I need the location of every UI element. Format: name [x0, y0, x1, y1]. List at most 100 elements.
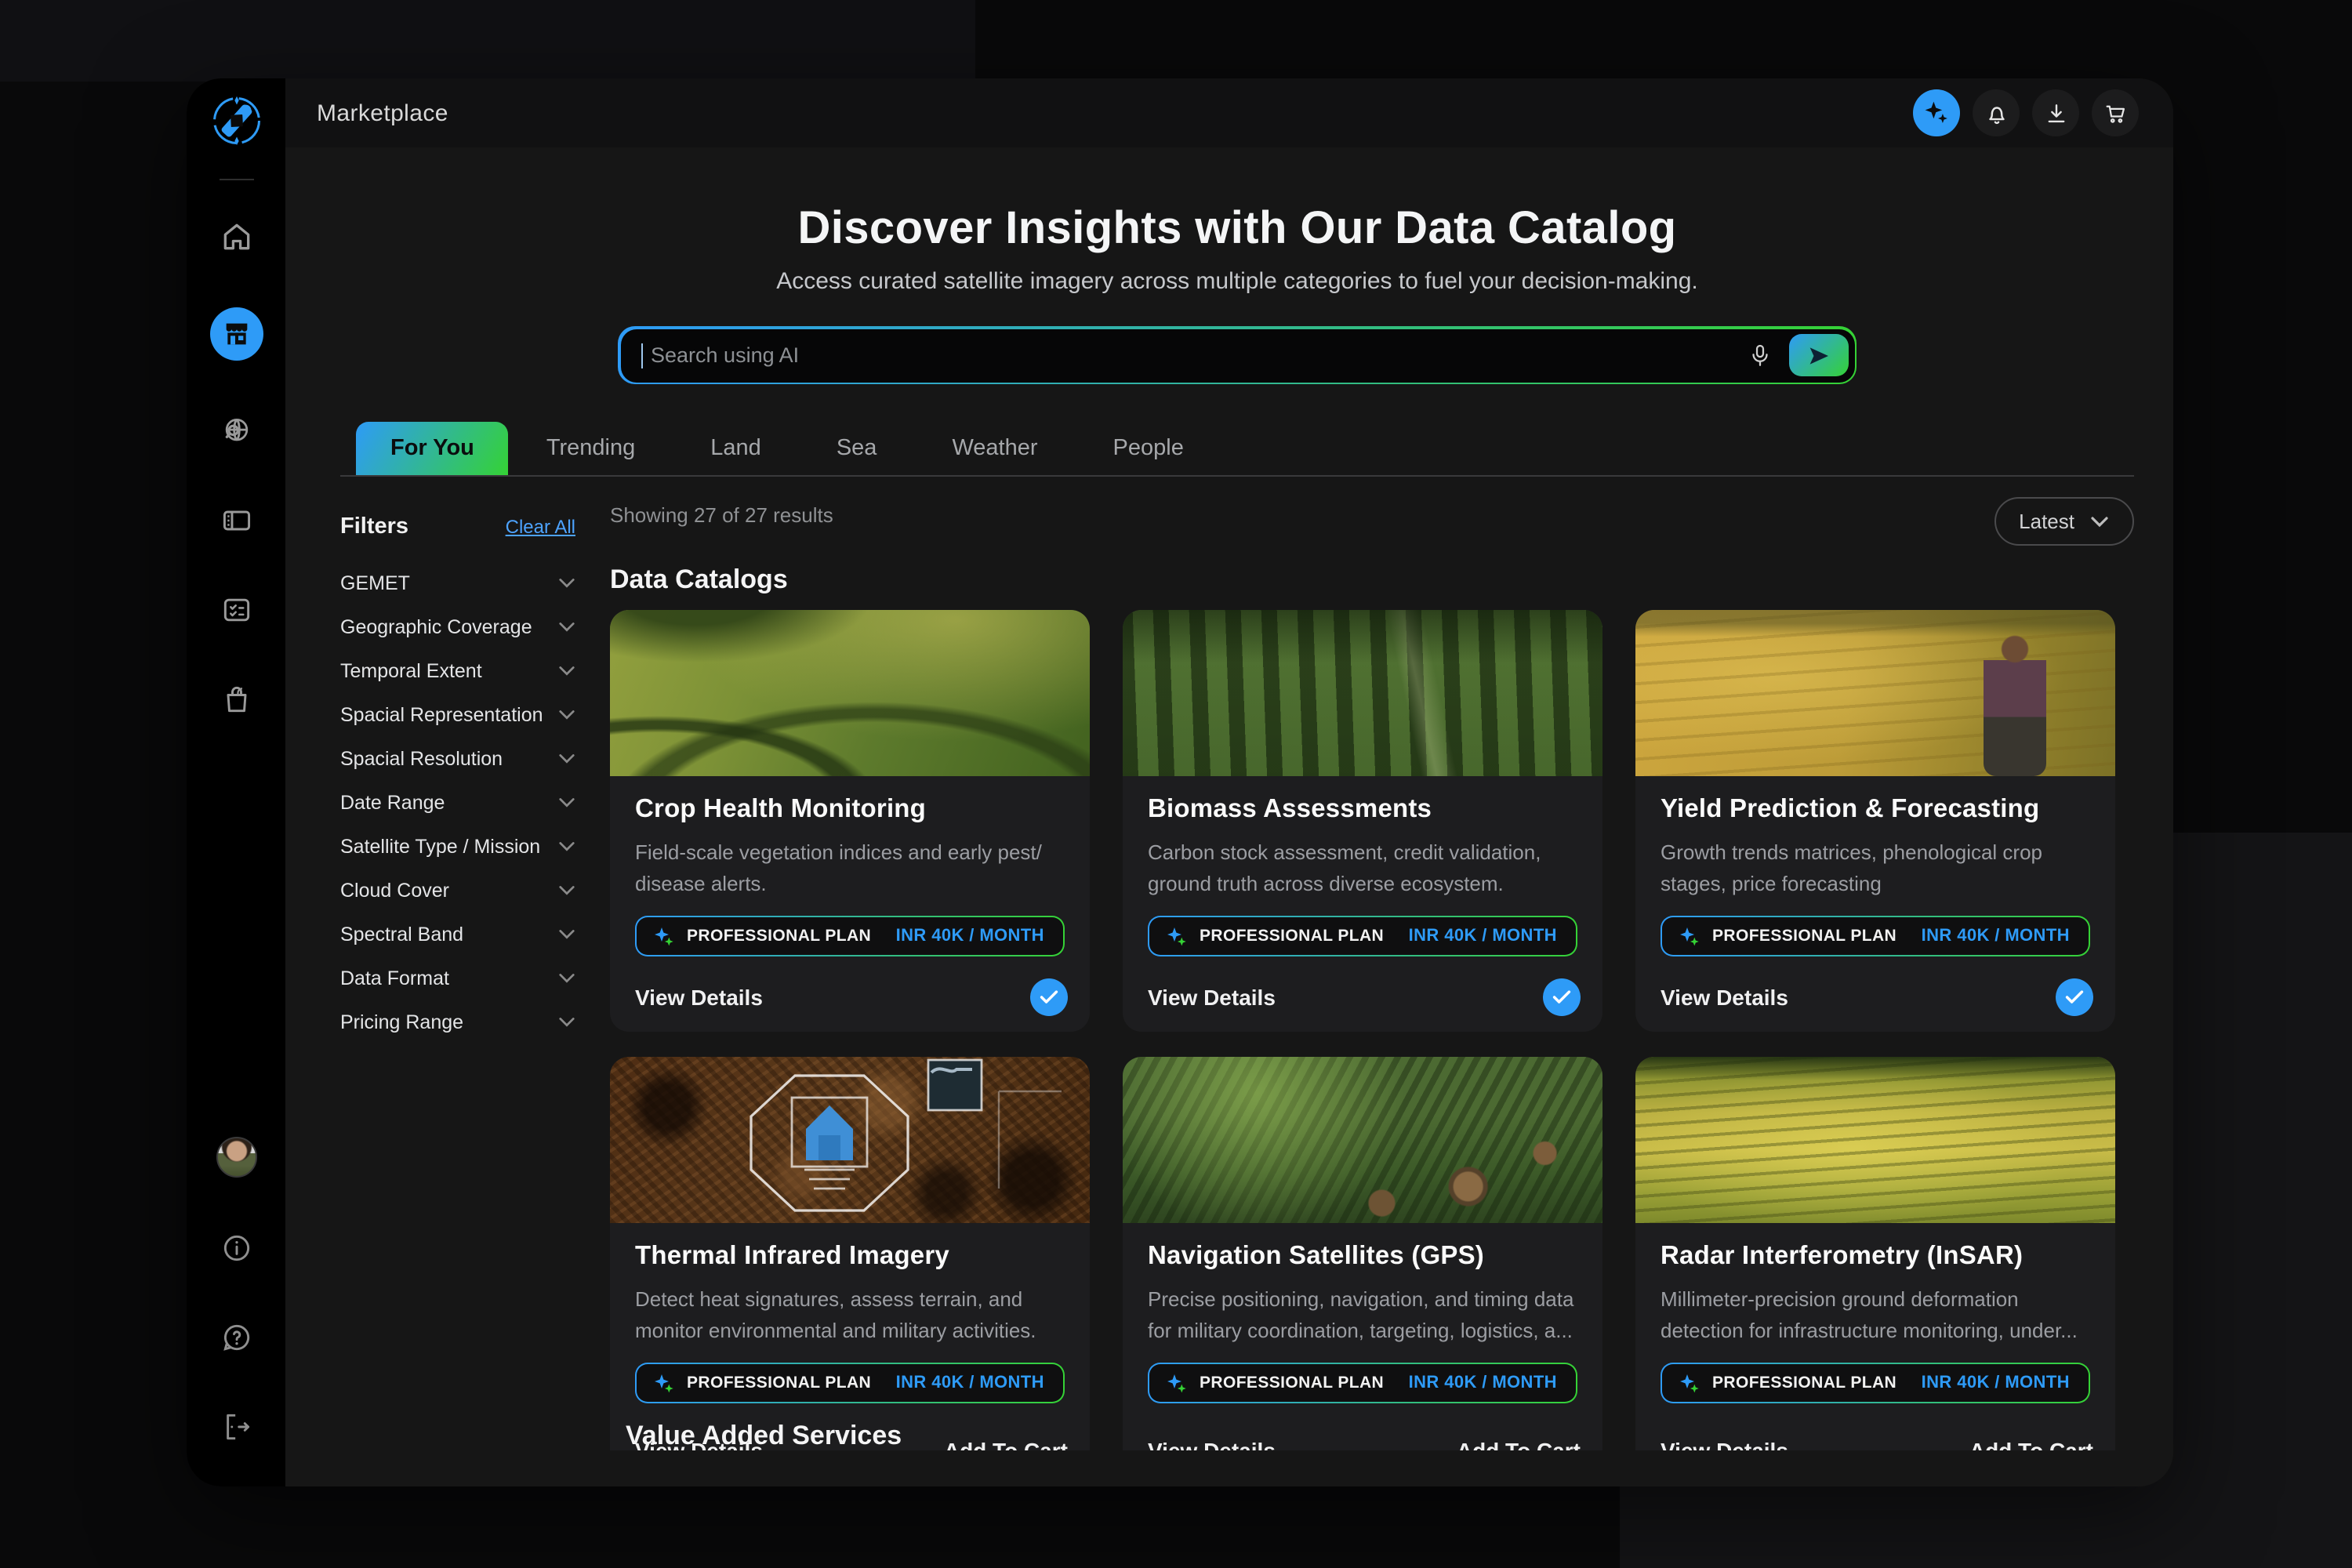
topbar: Marketplace	[285, 78, 2173, 147]
plan-label: PROFESSIONAL PLAN	[1200, 1374, 1384, 1392]
filter-spacial-representation[interactable]: Spacial Representation	[340, 693, 575, 737]
filter-date-range[interactable]: Date Range	[340, 781, 575, 825]
plan-label: PROFESSIONAL PLAN	[687, 927, 871, 946]
chevron-down-icon	[558, 1016, 575, 1029]
view-details-link[interactable]: View Details	[1148, 985, 1276, 1010]
section-title: Data Catalogs	[610, 564, 2134, 596]
results-count: Showing 27 of 27 results	[610, 503, 833, 527]
plan-badge: PROFESSIONAL PLAN INR 40K / MONTH	[1661, 1363, 2090, 1403]
filter-data-format[interactable]: Data Format	[340, 956, 575, 1000]
user-avatar[interactable]	[216, 1137, 256, 1178]
filter-satellite-type-mission[interactable]: Satellite Type / Mission	[340, 825, 575, 869]
tab-weather[interactable]: Weather	[914, 422, 1075, 475]
catalog-card-description: Precise positioning, navigation, and tim…	[1148, 1284, 1577, 1347]
search-input[interactable]	[648, 342, 1730, 368]
chevron-down-icon	[558, 621, 575, 633]
check-icon	[2065, 989, 2084, 1005]
drone-scan-overlay	[610, 1057, 1090, 1223]
added-check-badge[interactable]	[2056, 978, 2093, 1016]
downloads-button[interactable]	[2032, 89, 2079, 136]
filter-pricing-range[interactable]: Pricing Range	[340, 1000, 575, 1044]
filter-gemet[interactable]: GEMET	[340, 561, 575, 605]
plan-badge: PROFESSIONAL PLAN INR 40K / MONTH	[1148, 916, 1577, 956]
content-area: Discover Insights with Our Data Catalog …	[285, 147, 2173, 1486]
clear-all-link[interactable]: Clear All	[506, 516, 575, 538]
sidebar-item-tasks[interactable]	[217, 591, 255, 629]
card-navigation-satellites-gps[interactable]: Navigation Satellites (GPS) Precise posi…	[1123, 1057, 1602, 1479]
filters-title: Filters	[340, 514, 408, 539]
microphone-icon	[1746, 342, 1773, 368]
sidebar-item-explore[interactable]	[217, 412, 255, 450]
sparkles-icon	[1165, 924, 1189, 948]
catalog-grid: Crop Health Monitoring Field-scale veget…	[610, 610, 2134, 1479]
cart-button[interactable]	[2092, 89, 2139, 136]
sidebar-item-home[interactable]	[217, 218, 255, 256]
catalog-card-image	[610, 610, 1090, 776]
plan-label: PROFESSIONAL PLAN	[687, 1374, 871, 1392]
sidebar-item-marketplace[interactable]	[209, 307, 263, 361]
send-icon	[1806, 343, 1831, 368]
voice-search-button[interactable]	[1730, 342, 1788, 368]
card-biomass-assessments[interactable]: Biomass Assessments Carbon stock assessm…	[1123, 610, 1602, 1032]
catalog-card-description: Carbon stock assessment, credit validati…	[1148, 837, 1577, 900]
card-crop-health-monitoring[interactable]: Crop Health Monitoring Field-scale veget…	[610, 610, 1090, 1032]
catalog-card-image	[1123, 610, 1602, 776]
filter-label: GEMET	[340, 572, 410, 594]
card-yield-prediction-forecasting[interactable]: Yield Prediction & Forecasting Growth tr…	[1635, 610, 2115, 1032]
shopping-bag-icon	[219, 682, 253, 717]
filter-temporal-extent[interactable]: Temporal Extent	[340, 649, 575, 693]
price-label: INR 40K / MONTH	[896, 927, 1044, 946]
sparkles-icon	[1165, 1371, 1189, 1395]
chevron-down-icon	[558, 972, 575, 985]
hero-subtitle: Access curated satellite imagery across …	[340, 268, 2134, 295]
filter-cloud-cover[interactable]: Cloud Cover	[340, 869, 575, 913]
section-clip-band	[285, 1450, 2173, 1486]
sidebar-divider	[219, 179, 253, 180]
plan-label: PROFESSIONAL PLAN	[1712, 1374, 1896, 1392]
catalog-card-title: Biomass Assessments	[1148, 795, 1577, 825]
price-label: INR 40K / MONTH	[1409, 927, 1557, 946]
added-check-badge[interactable]	[1030, 978, 1068, 1016]
filter-spectral-band[interactable]: Spectral Band	[340, 913, 575, 956]
app-window: Marketplace	[187, 78, 2173, 1486]
view-details-link[interactable]: View Details	[635, 985, 763, 1010]
notifications-button[interactable]	[1973, 89, 2020, 136]
chevron-down-icon	[558, 840, 575, 853]
sidebar-item-panels[interactable]	[217, 502, 255, 539]
sidebar-item-logout[interactable]	[217, 1408, 255, 1446]
sparkles-icon	[652, 1371, 676, 1395]
ai-assistant-button[interactable]	[1913, 89, 1960, 136]
chevron-down-icon	[558, 577, 575, 590]
plan-label: PROFESSIONAL PLAN	[1200, 927, 1384, 946]
tab-sea[interactable]: Sea	[799, 422, 915, 475]
sidebar-item-help[interactable]	[217, 1319, 255, 1356]
view-details-link[interactable]: View Details	[1661, 985, 1788, 1010]
added-check-badge[interactable]	[1543, 978, 1581, 1016]
category-tabs: For YouTrendingLandSeaWeatherPeople	[340, 422, 2134, 477]
sidebar-item-info[interactable]	[217, 1229, 255, 1267]
search-section	[340, 326, 2134, 384]
tab-people[interactable]: People	[1076, 422, 1221, 475]
filter-spacial-resolution[interactable]: Spacial Resolution	[340, 737, 575, 781]
tab-trending[interactable]: Trending	[509, 422, 673, 475]
card-thermal-infrared-imagery[interactable]: Thermal Infrared Imagery Detect heat sig…	[610, 1057, 1090, 1479]
next-section-title: Value Added Services	[626, 1421, 902, 1452]
card-radar-interferometry-insar[interactable]: Radar Interferometry (InSAR) Millimeter-…	[1635, 1057, 2115, 1479]
sort-dropdown[interactable]: Latest	[1994, 497, 2134, 546]
plan-label: PROFESSIONAL PLAN	[1712, 927, 1896, 946]
tab-for-you[interactable]: For You	[356, 422, 509, 475]
chevron-down-icon	[558, 928, 575, 941]
catalog-card-title: Thermal Infrared Imagery	[635, 1242, 1065, 1272]
help-icon	[219, 1320, 253, 1355]
search-submit-button[interactable]	[1788, 334, 1848, 376]
chevron-down-icon	[558, 884, 575, 897]
background-decoration-top	[0, 0, 975, 82]
filter-geographic-coverage[interactable]: Geographic Coverage	[340, 605, 575, 649]
results-header: Showing 27 of 27 results Latest	[610, 502, 2134, 549]
sparkles-icon	[1922, 99, 1951, 127]
tab-land[interactable]: Land	[673, 422, 799, 475]
results-section: Showing 27 of 27 results Latest Data Cat…	[610, 477, 2134, 1479]
sidebar-item-orders[interactable]	[217, 681, 255, 718]
app-logo[interactable]	[206, 91, 266, 151]
chevron-down-icon	[558, 709, 575, 721]
